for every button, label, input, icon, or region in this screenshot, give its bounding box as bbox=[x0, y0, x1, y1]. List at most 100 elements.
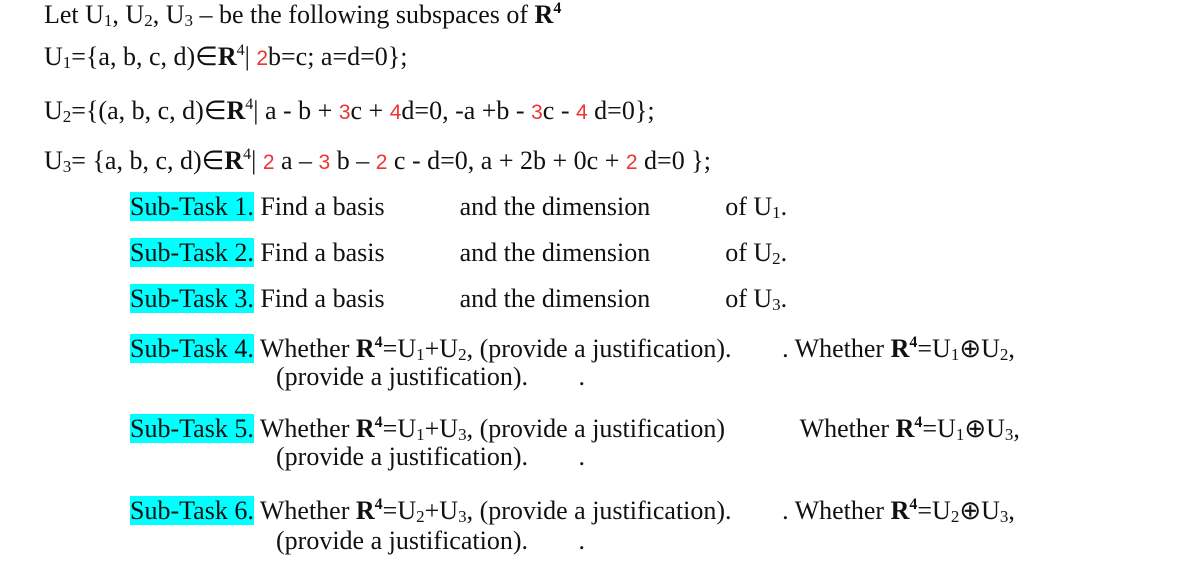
field-symbol: R bbox=[217, 42, 237, 71]
exponent: 4 bbox=[243, 146, 252, 163]
sub-task-4: Sub-Task 4. Whether R4=U1+U2, (provide a… bbox=[130, 334, 1015, 364]
text: | a - b + bbox=[253, 96, 339, 125]
text: Whether bbox=[793, 414, 896, 443]
text: , (provide a justification). bbox=[466, 334, 739, 363]
text: c - d=0, a + 2b + 0c + bbox=[387, 146, 626, 175]
text: , (provide a justification) bbox=[466, 414, 732, 443]
text: (provide a justification). bbox=[276, 442, 535, 471]
sub: 2 bbox=[416, 507, 425, 526]
coefficient: 3 bbox=[338, 101, 351, 124]
sub: 3 bbox=[458, 507, 467, 526]
text: Find a basis bbox=[253, 238, 392, 267]
text: . bbox=[578, 526, 585, 555]
text: . Whether bbox=[782, 496, 891, 525]
redacted-region bbox=[657, 198, 719, 218]
text: U bbox=[44, 96, 63, 125]
exponent: 4 bbox=[374, 496, 383, 513]
sub: 3 bbox=[62, 157, 72, 176]
text: =U bbox=[382, 414, 417, 443]
text: (provide a justification). bbox=[276, 362, 535, 391]
field-symbol: R bbox=[355, 496, 375, 525]
text: and the dimension bbox=[453, 284, 657, 313]
exponent: 4 bbox=[374, 334, 383, 351]
text: b – bbox=[330, 146, 376, 175]
sub: 3 bbox=[772, 295, 781, 314]
field-symbol: R bbox=[355, 334, 375, 363]
text: = {a, b, c, d)∈ bbox=[71, 146, 225, 175]
text: . Whether bbox=[782, 334, 891, 363]
redacted-region bbox=[391, 244, 453, 264]
sub-task-label: Sub-Task 2. bbox=[130, 238, 254, 267]
field-symbol: R bbox=[226, 96, 246, 125]
exponent: 4 bbox=[236, 42, 245, 59]
text: U bbox=[44, 42, 63, 71]
coefficient: 4 bbox=[575, 101, 588, 124]
text: of U bbox=[718, 284, 773, 313]
text: | bbox=[244, 42, 257, 71]
coefficient: 2 bbox=[375, 151, 388, 174]
sub-task-1: Sub-Task 1. Find a basis and the dimensi… bbox=[130, 192, 787, 222]
redacted-region bbox=[657, 290, 719, 310]
sub-task-6-line-2: (provide a justification). . bbox=[276, 526, 585, 556]
sub-task-4-line-2: (provide a justification). . bbox=[276, 362, 585, 392]
text: =U bbox=[917, 334, 951, 363]
subspace-u1-definition: U1={a, b, c, d)∈R4| 2b=c; a=d=0}; bbox=[44, 42, 408, 74]
redacted-region bbox=[738, 340, 782, 360]
text: +U bbox=[424, 334, 459, 363]
exponent: 4 bbox=[553, 0, 562, 17]
field-symbol: R bbox=[890, 496, 910, 525]
coefficient: 2 bbox=[262, 151, 275, 174]
text: (provide a justification). bbox=[276, 526, 535, 555]
text: , bbox=[1013, 414, 1020, 443]
field-symbol: R bbox=[355, 414, 375, 443]
text: Whether bbox=[253, 496, 356, 525]
text: =U bbox=[382, 496, 417, 525]
text: | bbox=[251, 146, 263, 175]
redacted-region bbox=[391, 198, 453, 218]
text: . bbox=[780, 238, 788, 267]
sub-task-5: Sub-Task 5. Whether R4=U1+U3, (provide a… bbox=[130, 414, 1020, 444]
text: Find a basis bbox=[253, 192, 392, 221]
text: =U bbox=[922, 414, 956, 443]
sub-task-5-line-2: (provide a justification). . bbox=[276, 442, 585, 472]
intro-text: , U bbox=[112, 0, 145, 29]
text: Whether bbox=[253, 334, 356, 363]
sub: 1 bbox=[772, 203, 781, 222]
redacted-region bbox=[534, 448, 578, 468]
field-symbol: R bbox=[224, 146, 244, 175]
text: ={(a, b, c, d)∈ bbox=[71, 96, 227, 125]
sub: 2 bbox=[62, 107, 72, 126]
text: ⊕U bbox=[959, 496, 1000, 525]
coefficient: 4 bbox=[389, 101, 402, 124]
text: , (provide a justification). bbox=[466, 496, 739, 525]
intro-line: Let U1, U2, U3 – be the following subspa… bbox=[44, 0, 561, 30]
intro-text: , U bbox=[152, 0, 185, 29]
field-symbol: R bbox=[890, 334, 910, 363]
text: of U bbox=[718, 238, 773, 267]
redacted-region bbox=[391, 290, 453, 310]
text: +U bbox=[424, 496, 459, 525]
text: d=0 }; bbox=[637, 146, 711, 175]
redacted-region bbox=[732, 420, 794, 440]
intro-text: Let U bbox=[44, 0, 104, 29]
text: ⊕U bbox=[964, 414, 1005, 443]
text: ={a, b, c, d)∈ bbox=[71, 42, 218, 71]
text: d=0}; bbox=[587, 96, 655, 125]
sub-task-6: Sub-Task 6. Whether R4=U2+U3, (provide a… bbox=[130, 496, 1015, 526]
text: c + bbox=[350, 96, 390, 125]
text: . bbox=[780, 192, 788, 221]
text: =U bbox=[917, 496, 951, 525]
text: U bbox=[44, 146, 63, 175]
sub-task-label: Sub-Task 1. bbox=[130, 192, 254, 221]
subspace-u3-definition: U3= {a, b, c, d)∈R4| 2 a – 3 b – 2 c - d… bbox=[44, 146, 711, 178]
text: Find a basis bbox=[253, 284, 392, 313]
coefficient: 3 bbox=[318, 151, 331, 174]
redacted-region bbox=[657, 244, 719, 264]
redacted-region bbox=[534, 532, 578, 552]
coefficient: 2 bbox=[625, 151, 638, 174]
text: and the dimension bbox=[453, 192, 657, 221]
text: b=c; a=d=0}; bbox=[268, 42, 408, 71]
coefficient: 3 bbox=[531, 101, 543, 124]
sub: 2 bbox=[144, 11, 153, 30]
field-symbol: R bbox=[534, 0, 554, 29]
